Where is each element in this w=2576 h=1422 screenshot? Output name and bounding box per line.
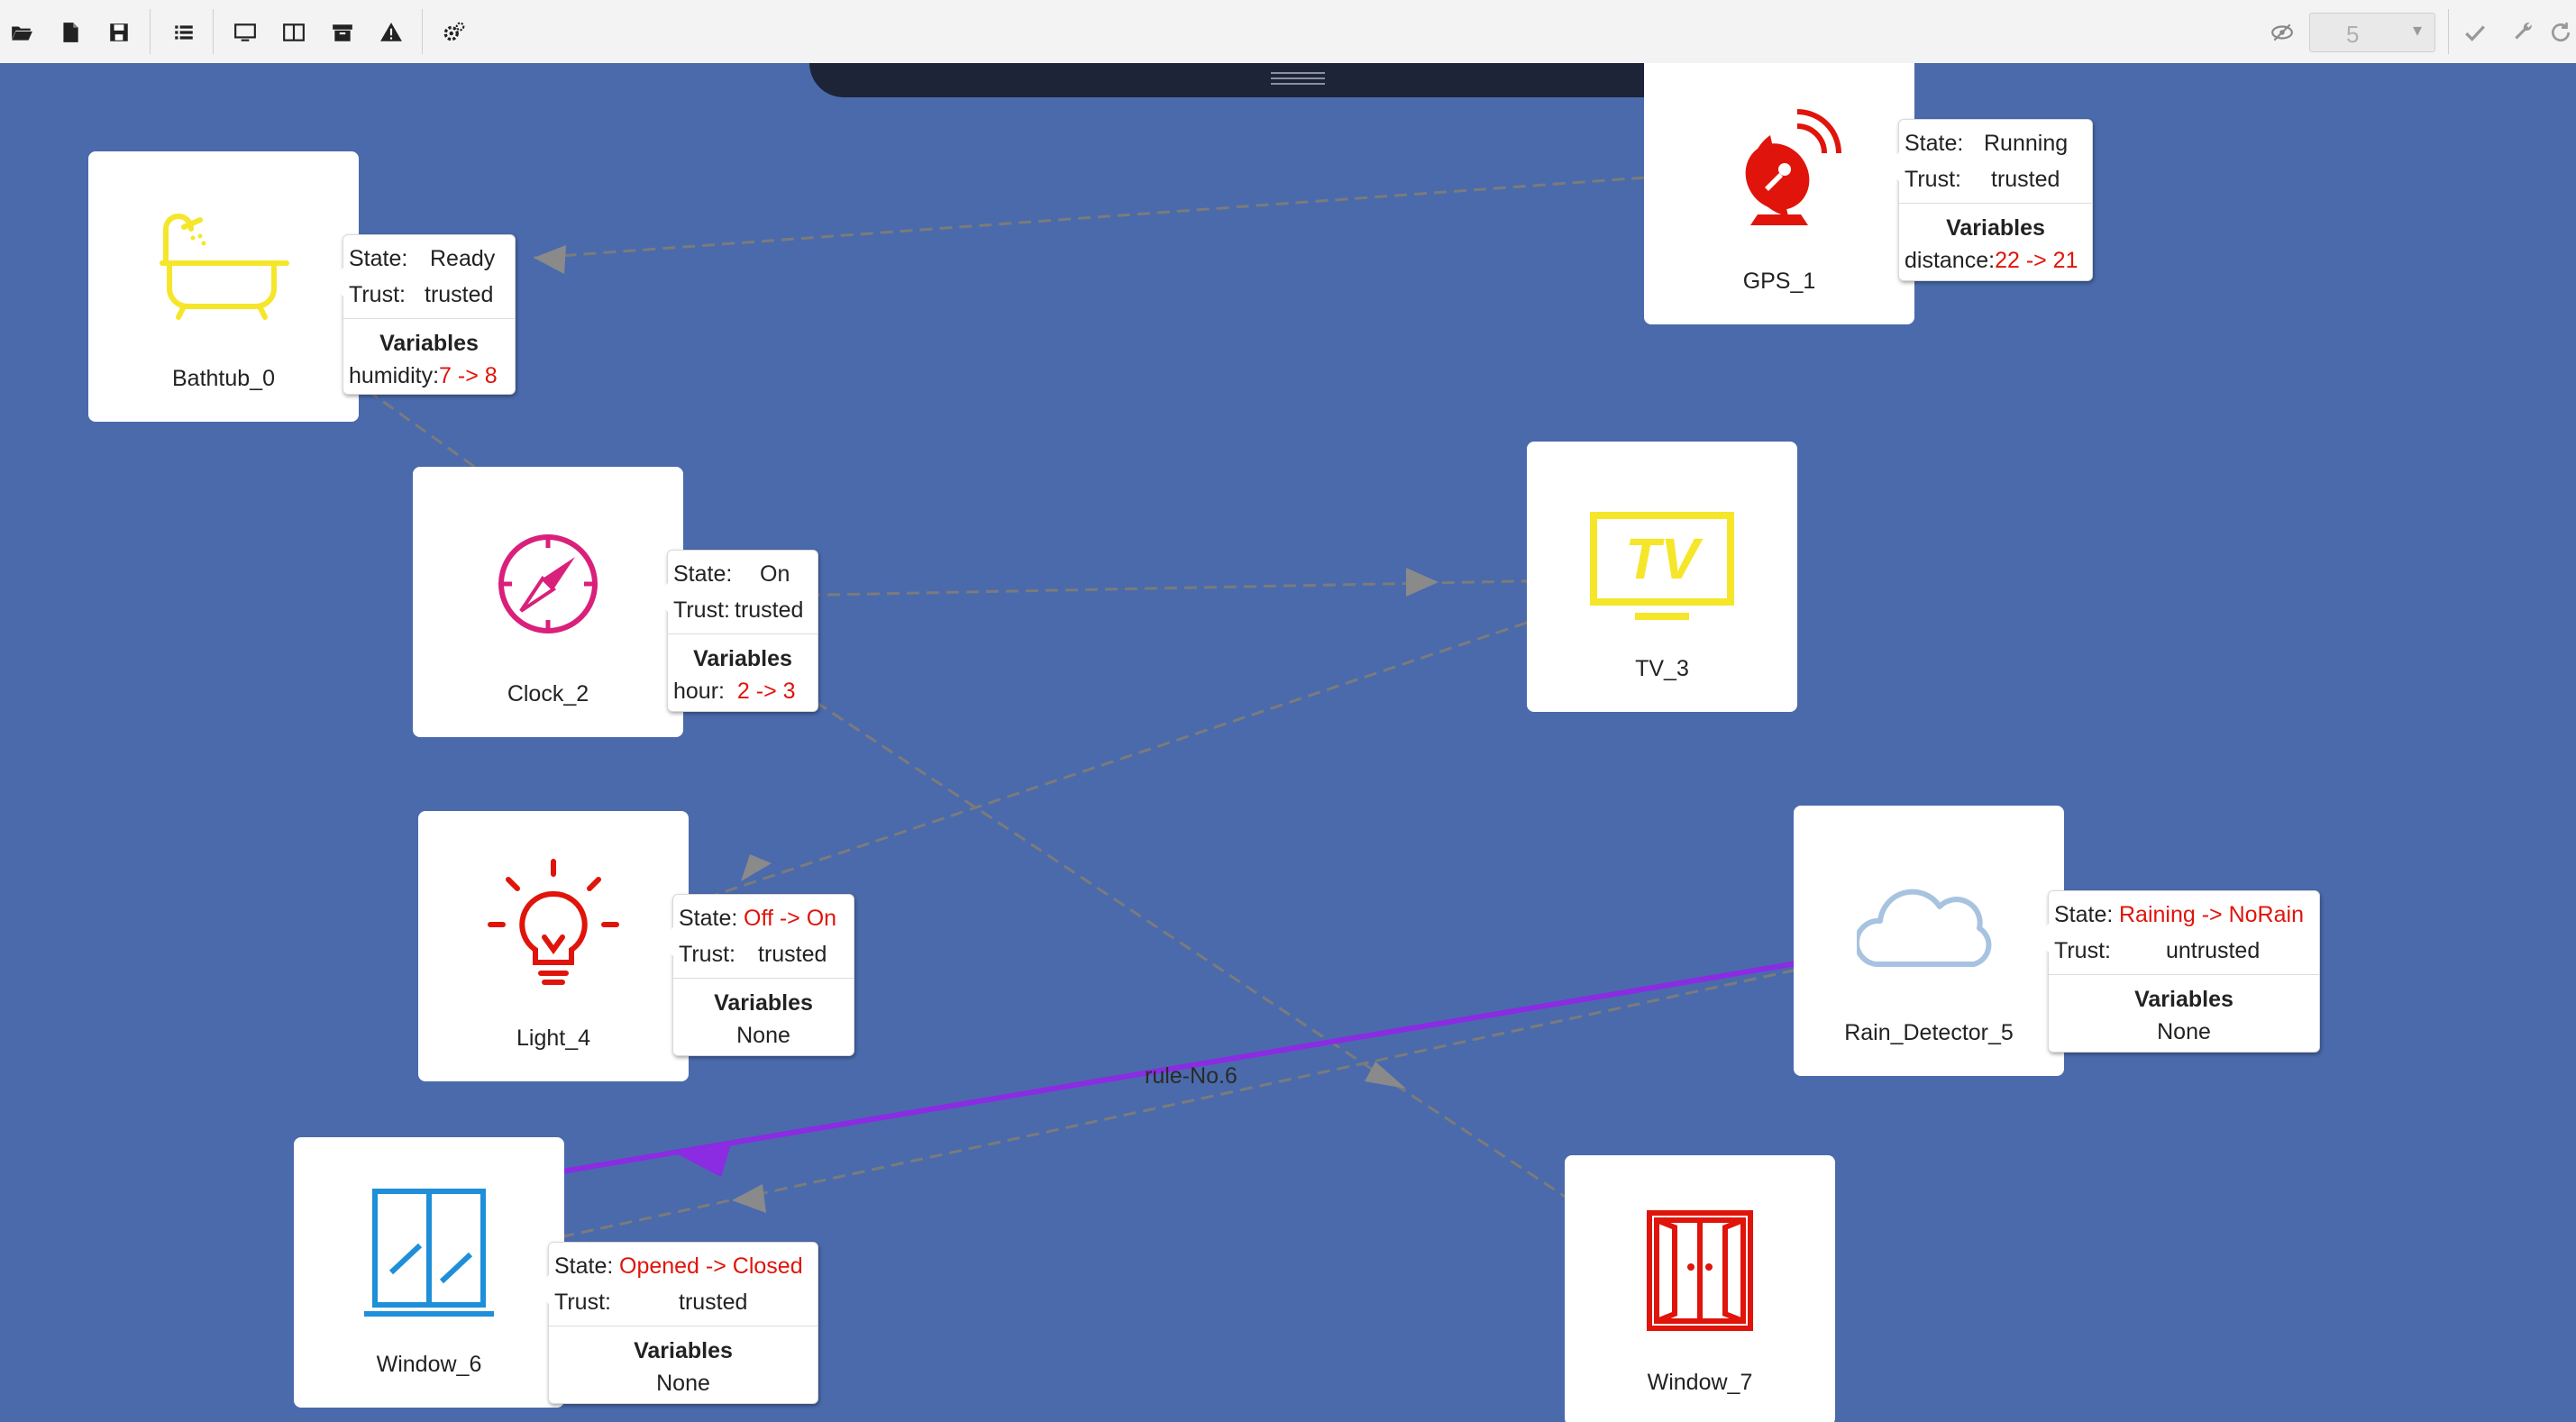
edge-gps-bathtub (533, 166, 1784, 260)
trust-value: untrusted (2166, 938, 2261, 963)
settings-icon[interactable] (438, 16, 470, 49)
check-icon[interactable] (2459, 16, 2491, 49)
device-card-light[interactable]: Light_4 (418, 811, 689, 1081)
state-value: On (760, 561, 790, 587)
state-value: Ready (430, 246, 496, 271)
state-tooltip-window-6: State: Opened -> Closed Trust: trusted V… (533, 1242, 818, 1404)
refresh-icon[interactable] (2547, 16, 2574, 49)
archive-icon[interactable] (326, 16, 359, 49)
variables-none: None (736, 1023, 790, 1048)
device-name: Window_7 (1647, 1370, 1753, 1395)
step-value: 5 (2346, 21, 2360, 48)
device-name: Light_4 (516, 1025, 591, 1051)
variables-heading: Variables (1946, 215, 2045, 241)
satellite-dish-icon (1745, 109, 1841, 225)
device-card-bathtub[interactable]: Bathtub_0 (88, 151, 359, 422)
open-folder-icon[interactable] (5, 16, 38, 49)
variables-heading: Variables (714, 990, 813, 1016)
arrowhead-gps-bathtub (534, 245, 566, 274)
state-label: State: (2054, 902, 2114, 927)
trust-value: trusted (735, 597, 804, 623)
rule-label: rule-No.6 (1145, 1063, 1238, 1089)
wrench-icon[interactable] (2507, 16, 2540, 49)
eye-off-icon[interactable] (2266, 16, 2298, 49)
variable-value: 7 -> 8 (439, 363, 498, 388)
bathtub-icon (160, 214, 289, 320)
save-icon[interactable] (103, 16, 135, 49)
device-name: GPS_1 (1742, 269, 1816, 294)
tv-icon: TV (1590, 512, 1734, 620)
trust-value: trusted (679, 1290, 748, 1315)
device-name: Rain_Detector_5 (1844, 1020, 2014, 1045)
device-card-window-6[interactable]: Window_6 (294, 1137, 564, 1408)
chevron-down-icon: ▾ (2412, 21, 2422, 41)
device-name: Clock_2 (507, 681, 589, 706)
variable-value: 22 -> 21 (1995, 248, 2078, 273)
device-card-clock[interactable]: Clock_2 (413, 467, 683, 737)
step-select[interactable]: 5 ▾ (2309, 13, 2435, 52)
graph-canvas[interactable]: rule-No.6 Bathtub_0 State: Ready Trust: … (0, 63, 2576, 1422)
state-label: State: (1905, 131, 1964, 156)
trust-value: trusted (1991, 167, 2060, 192)
state-label: State: (679, 906, 738, 931)
trust-label: Trust: (349, 282, 406, 307)
arrowhead-rain-window6 (732, 1184, 766, 1213)
state-value: Opened -> Closed (619, 1253, 803, 1279)
variables-none: None (2157, 1019, 2211, 1044)
monitor-icon[interactable] (229, 16, 261, 49)
toolbar: 5 ▾ (0, 0, 2576, 64)
arrowhead-tv-light (741, 854, 772, 881)
variable-name: humidity: (349, 363, 440, 388)
trust-label: Trust: (1905, 167, 1961, 192)
compass-icon (498, 534, 598, 634)
arrowhead-clock-tv (1406, 568, 1439, 597)
trust-label: Trust: (2054, 938, 2111, 963)
device-name: Bathtub_0 (172, 366, 275, 391)
new-file-icon[interactable] (54, 16, 87, 49)
variables-heading: Variables (2134, 987, 2233, 1012)
trust-label: Trust: (679, 942, 735, 967)
list-icon[interactable] (168, 16, 200, 49)
columns-icon[interactable] (278, 16, 310, 49)
door-icon (1647, 1210, 1753, 1331)
arrowhead-clock-window7 (1365, 1062, 1406, 1089)
cloud-icon (1857, 889, 1992, 967)
variable-value: 2 -> 3 (736, 679, 796, 704)
device-name: Window_6 (376, 1352, 482, 1377)
state-tooltip-bathtub: State: Ready Trust: trusted Variables hu… (327, 234, 516, 395)
state-value: Raining -> NoRain (2119, 902, 2304, 927)
variables-heading: Variables (379, 331, 479, 356)
trust-value: trusted (758, 942, 827, 967)
device-card-tv[interactable]: TV TV_3 (1527, 442, 1797, 712)
window-icon (364, 1189, 494, 1317)
trust-label: Trust: (554, 1290, 611, 1315)
state-tooltip-light: State: Off -> On Trust: trusted Variable… (657, 894, 854, 1056)
variable-name: hour: (673, 679, 725, 704)
state-tooltip-gps: State: Running Trust: trusted Variables … (1883, 119, 2093, 281)
variable-name: distance: (1905, 248, 1996, 273)
variables-none: None (656, 1371, 710, 1396)
state-value: Off -> On (744, 906, 837, 931)
device-card-gps[interactable]: GPS_1 (1644, 63, 1914, 324)
drawer-handle[interactable] (809, 63, 1785, 97)
lightbulb-icon (488, 859, 619, 985)
state-label: State: (554, 1253, 614, 1279)
state-tooltip-rain-detector: State: Raining -> NoRain Trust: untruste… (2032, 890, 2320, 1053)
state-label: State: (673, 561, 733, 587)
variables-heading: Variables (634, 1338, 733, 1363)
state-value: Running (1984, 131, 2069, 156)
warning-icon[interactable] (375, 16, 407, 49)
rule-arrowhead (676, 1141, 732, 1177)
state-label: State: (349, 246, 408, 271)
device-card-rain-detector[interactable]: Rain_Detector_5 (1794, 806, 2064, 1076)
device-name: TV_3 (1635, 656, 1689, 681)
device-card-window-7[interactable]: Window_7 (1565, 1155, 1835, 1422)
trust-label: Trust: (673, 597, 730, 623)
svg-text:TV: TV (1625, 526, 1704, 591)
variables-heading: Variables (693, 646, 792, 671)
trust-value: trusted (425, 282, 494, 307)
state-tooltip-clock: State: On Trust: trusted Variables hour:… (652, 550, 818, 712)
